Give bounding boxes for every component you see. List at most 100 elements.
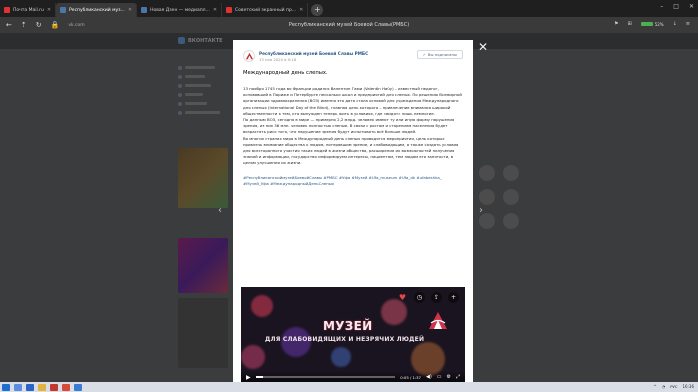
side-menu-item[interactable]	[178, 90, 233, 99]
bokeh-light	[251, 295, 273, 317]
tab-mail[interactable]: Почта Mail.ru ✕	[0, 3, 57, 17]
avatar[interactable]	[503, 165, 519, 181]
avatar[interactable]	[479, 189, 495, 205]
tab-close-icon[interactable]: ✕	[47, 7, 51, 13]
vk-logo-text: ВКОНТАКТЕ	[188, 37, 223, 44]
prev-post-arrow[interactable]: ‹	[218, 205, 222, 216]
menu-icon[interactable]: ≡	[686, 21, 690, 27]
video-progress-fill	[255, 376, 263, 378]
post-paragraph: 13 ноября 1745 года во Франции родился В…	[243, 86, 462, 116]
browser-tab-bar: Почта Mail.ru ✕ Республиканский муз... ✕ Н…	[0, 0, 698, 17]
close-post-button[interactable]: ✕	[478, 40, 488, 54]
subscribed-label: Вы подписаны	[427, 52, 457, 57]
play-icon[interactable]: ▶	[246, 374, 251, 381]
miniplayer-icon[interactable]: ▭	[437, 374, 442, 380]
friends-avatars	[475, 163, 550, 235]
vk-side-menu	[178, 63, 233, 117]
post-header: Республиканский музей Боевой Славы РМБС …	[243, 48, 463, 64]
next-post-arrow[interactable]: ›	[479, 205, 483, 216]
side-menu-item[interactable]	[178, 108, 233, 117]
chevron-up-icon[interactable]: ^	[653, 384, 656, 389]
language-indicator[interactable]: РУС	[670, 384, 677, 389]
menu-placeholder	[185, 93, 203, 96]
minimize-button[interactable]: –	[660, 3, 663, 10]
side-menu-item[interactable]	[178, 72, 233, 81]
avatar[interactable]	[479, 165, 495, 181]
avatar[interactable]	[503, 189, 519, 205]
subscribed-button[interactable]: ✓ Вы подписаны	[416, 50, 463, 59]
post-date[interactable]: 13 ноя 2020 в 9:18	[259, 57, 368, 62]
app-icon[interactable]	[62, 383, 70, 391]
address-bar: ← ⇡ ↻ 🔒 vk.com Республиканский музей Бое…	[0, 17, 698, 33]
clock-icon[interactable]: ◷	[414, 292, 425, 303]
menu-dot-icon	[178, 110, 182, 115]
heart-icon[interactable]: ♥	[397, 292, 408, 303]
vk-logo-icon	[178, 37, 185, 44]
explorer-icon[interactable]	[38, 383, 46, 391]
yandex-icon[interactable]	[50, 383, 58, 391]
tab-museum[interactable]: Республиканский муз... ✕	[56, 3, 138, 17]
tab-close-icon[interactable]: ✕	[128, 7, 132, 13]
video-time: 0:05 / 1:37	[400, 374, 421, 380]
share-icon[interactable]: ⇪	[431, 292, 442, 303]
menu-placeholder	[185, 84, 211, 87]
side-menu-item[interactable]	[178, 99, 233, 108]
menu-dot-icon	[178, 101, 182, 106]
add-icon[interactable]: +	[448, 292, 459, 303]
post-paragraph: Во многих странах мира в Международный д…	[243, 135, 459, 166]
address-bar-right: ⚑ ⊞ 52% ↓ ≡	[614, 21, 690, 27]
post-hashtags[interactable]: #РеспубликанскиймузейБоевойСлавы #РМБС #…	[243, 175, 465, 187]
ad-image[interactable]	[178, 148, 228, 208]
bookmark-icon[interactable]: ⚑	[614, 21, 618, 27]
tab-close-icon[interactable]: ✕	[213, 7, 217, 13]
taskbar: ^ ◔ РУС 16:36	[0, 382, 698, 392]
video-player[interactable]: ♥ ◷ ⇪ + МУЗЕЙ ДЛЯ СЛАБОВИДЯЩИХ И НЕЗРЯЧИ…	[241, 287, 465, 383]
battery-text: 52%	[654, 21, 664, 27]
tab-soviet[interactable]: Советский экранный пр... ✕	[222, 3, 309, 17]
downloads-icon[interactable]: ↓	[673, 21, 677, 27]
battery-level-icon	[640, 22, 653, 26]
bokeh-light	[331, 347, 351, 367]
menu-dot-icon	[178, 74, 182, 79]
museum-logo-icon	[429, 312, 447, 329]
check-icon: ✓	[422, 52, 426, 57]
avatar[interactable]	[503, 213, 519, 229]
post-modal: Республиканский музей Боевой Славы РМБС …	[233, 40, 473, 385]
soviet-favicon-icon	[226, 7, 233, 13]
tab-close-icon[interactable]: ✕	[299, 7, 303, 13]
settings-icon[interactable]: ⚙	[447, 374, 451, 380]
search-icon[interactable]	[14, 383, 22, 391]
start-icon[interactable]	[2, 383, 10, 391]
extension-icon[interactable]: ⊞	[628, 21, 632, 27]
system-tray: ^ ◔ РУС 16:36	[653, 384, 694, 389]
fullscreen-icon[interactable]: ⤢	[456, 374, 460, 380]
clock-text[interactable]: 16:36	[682, 384, 694, 389]
tab-label: Новая Дзен — медиапл...	[150, 7, 210, 13]
vk-right-column	[475, 163, 550, 235]
tab-label: Советский экранный пр...	[235, 7, 297, 13]
maximize-button[interactable]: □	[673, 3, 679, 10]
group-name-link[interactable]: Республиканский музей Боевой Славы РМБС	[259, 51, 368, 56]
window-title: Республиканский музей Боевой Славы(РМБС)	[288, 22, 410, 28]
task-view-icon[interactable]	[26, 383, 34, 391]
video-progress-bar[interactable]	[255, 376, 396, 378]
word-icon[interactable]	[74, 383, 82, 391]
network-icon[interactable]: ◔	[662, 384, 666, 389]
side-menu-item[interactable]	[178, 81, 233, 90]
new-tab-button[interactable]: +	[311, 4, 324, 16]
video-title: МУЗЕЙ	[323, 319, 373, 333]
video-actions: ♥ ◷ ⇪ +	[397, 292, 459, 303]
ad-image[interactable]	[178, 238, 228, 293]
menu-placeholder	[185, 75, 205, 78]
volume-icon[interactable]: ◀)	[426, 374, 432, 380]
close-window-button[interactable]: ✕	[689, 3, 694, 10]
museum-logo-icon	[245, 52, 253, 59]
video-subtitle: ДЛЯ СЛАБОВИДЯЩИХ И НЕЗРЯЧИХ ЛЮДЕЙ	[265, 336, 425, 343]
post-title: Международный день слепых.	[243, 70, 328, 76]
tab-label: Республиканский муз...	[69, 7, 125, 13]
group-avatar[interactable]	[243, 50, 255, 62]
mail-favicon-icon	[4, 7, 10, 13]
side-menu-item[interactable]	[178, 63, 233, 72]
tab-zen[interactable]: Новая Дзен — медиапл... ✕	[137, 3, 223, 17]
menu-placeholder	[185, 102, 207, 105]
